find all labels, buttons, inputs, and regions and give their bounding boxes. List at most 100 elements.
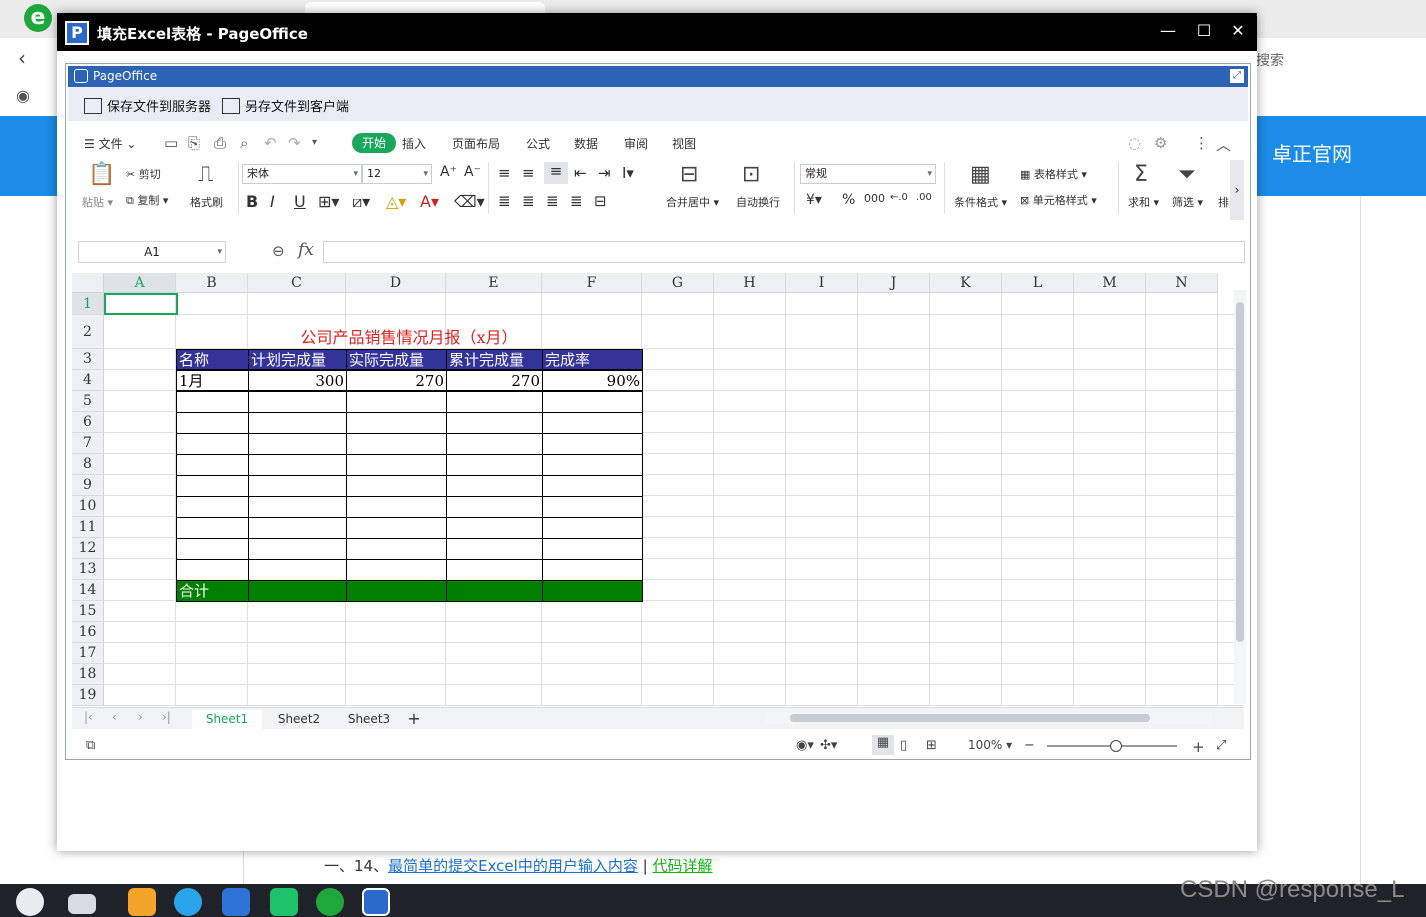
table-cell[interactable] xyxy=(248,412,347,434)
file-manager-icon[interactable] xyxy=(68,894,96,914)
formula-input[interactable] xyxy=(323,241,1245,263)
fill-color-icon[interactable]: ◬▾ xyxy=(386,192,406,211)
header-cell-name[interactable]: 名称 xyxy=(176,349,249,370)
currency-icon[interactable]: ¥▾ xyxy=(806,192,822,208)
row-header-1[interactable]: 1 xyxy=(72,293,104,315)
row-header-7[interactable]: 7 xyxy=(72,433,104,454)
format-painter-button[interactable]: 格式刷 xyxy=(190,194,223,210)
collapse-icon[interactable]: ︿ xyxy=(1216,134,1231,155)
column-header-d[interactable]: D xyxy=(346,273,446,293)
zoom-select[interactable]: 100% ▾ xyxy=(968,738,1012,752)
table-style-button[interactable]: ▦ 表格样式 ▾ xyxy=(1020,166,1087,182)
table-cell[interactable] xyxy=(446,496,543,518)
save-to-client-button[interactable]: 另存文件到客户端 xyxy=(222,96,349,115)
data-cell-month[interactable]: 1月 xyxy=(176,370,249,391)
preview-icon[interactable]: ⌕ xyxy=(240,134,248,152)
table-cell[interactable] xyxy=(248,496,347,518)
table-cell[interactable] xyxy=(248,517,347,539)
tab-start[interactable]: 开始 xyxy=(352,133,396,153)
table-cell[interactable] xyxy=(542,412,643,434)
row-header-6[interactable]: 6 xyxy=(72,412,104,433)
column-header-j[interactable]: J xyxy=(858,273,930,293)
selected-cell-a1[interactable] xyxy=(104,293,178,315)
table-cell[interactable] xyxy=(542,433,643,455)
row-header-17[interactable]: 17 xyxy=(72,643,104,664)
sheet-tab-1[interactable]: Sheet1 xyxy=(192,710,262,730)
file-menu[interactable]: ☰ 文件 ⌄ xyxy=(84,135,136,152)
paste-button[interactable]: 粘贴 ▾ xyxy=(82,194,113,210)
zoom-search-icon[interactable]: ⊖ xyxy=(272,242,285,260)
row-header-3[interactable]: 3 xyxy=(72,349,104,370)
table-cell[interactable] xyxy=(542,454,643,476)
header-cell-rate[interactable]: 完成率 xyxy=(542,349,643,370)
column-header-f[interactable]: F xyxy=(542,273,642,293)
cond-format-icon[interactable]: ▦ xyxy=(970,162,991,187)
table-cell[interactable] xyxy=(446,517,543,539)
justify-icon[interactable]: ≣ xyxy=(570,192,583,210)
font-color-icon[interactable]: A▾ xyxy=(420,192,439,211)
font-name-select[interactable]: 宋体 xyxy=(242,164,362,184)
pageoffice-icon[interactable] xyxy=(362,888,390,916)
total-cell[interactable] xyxy=(542,580,643,602)
sheet-tab-3[interactable]: Sheet3 xyxy=(336,710,402,730)
row-header-13[interactable]: 13 xyxy=(72,559,104,580)
site-link[interactable]: 卓正官网 xyxy=(1272,138,1352,167)
data-cell-cumulative[interactable]: 270 xyxy=(446,370,543,391)
percent-icon[interactable]: % xyxy=(842,192,855,208)
search-hint[interactable]: 搜索 xyxy=(1256,50,1284,70)
table-cell[interactable] xyxy=(176,538,249,560)
tab-page-layout[interactable]: 页面布局 xyxy=(452,135,500,152)
column-header-e[interactable]: E xyxy=(446,273,542,293)
report-title[interactable]: 公司产品销售情况月报（x月） xyxy=(176,328,642,350)
tab-view[interactable]: 视图 xyxy=(672,135,696,152)
browser-icon-green[interactable] xyxy=(316,888,344,916)
example-link[interactable]: 最简单的提交Excel中的用户输入内容 xyxy=(388,857,638,875)
zoom-slider-knob[interactable] xyxy=(1110,740,1122,752)
column-header-k[interactable]: K xyxy=(930,273,1002,293)
zoom-in-icon[interactable]: + xyxy=(1192,738,1205,756)
table-cell[interactable] xyxy=(542,391,643,413)
gear-icon[interactable]: ⚙ xyxy=(1154,134,1167,152)
row-header-9[interactable]: 9 xyxy=(72,475,104,496)
table-cell[interactable] xyxy=(248,559,347,581)
merge-center-icon[interactable]: ⊟ xyxy=(680,162,698,187)
table-cell[interactable] xyxy=(176,433,249,455)
italic-icon[interactable]: I xyxy=(270,192,275,211)
cut-button[interactable]: ✂ 剪切 xyxy=(126,166,161,182)
minimize-button[interactable]: — xyxy=(1153,21,1183,40)
ribbon-scroll-right-icon[interactable]: › xyxy=(1230,160,1244,220)
row-header-8[interactable]: 8 xyxy=(72,454,104,475)
maximize-button[interactable]: ☐ xyxy=(1189,21,1219,40)
align-left-icon[interactable]: ≣ xyxy=(498,192,511,210)
column-header-l[interactable]: L xyxy=(1002,273,1074,293)
font-size-select[interactable]: 12 xyxy=(362,164,432,184)
data-cell-actual[interactable]: 270 xyxy=(346,370,447,391)
sum-icon[interactable]: Σ xyxy=(1134,162,1148,187)
data-cell-rate[interactable]: 90% xyxy=(542,370,643,391)
column-header-a[interactable]: A xyxy=(104,273,176,293)
total-cell[interactable] xyxy=(346,580,447,602)
header-cell-actual[interactable]: 实际完成量 xyxy=(346,349,447,370)
align-top-icon[interactable]: ≡ xyxy=(498,164,511,182)
border-icon[interactable]: ⊞▾ xyxy=(318,192,339,211)
redo-icon[interactable]: ↷ xyxy=(288,134,301,152)
copy-button[interactable]: ⧉ 复制 ▾ xyxy=(126,192,168,208)
table-cell[interactable] xyxy=(446,475,543,497)
align-middle-icon[interactable]: ≡ xyxy=(522,164,535,182)
indent-decrease-icon[interactable]: ⇤ xyxy=(574,164,587,182)
row-header-18[interactable]: 18 xyxy=(72,664,104,685)
row-header-12[interactable]: 12 xyxy=(72,538,104,559)
vertical-scrollbar[interactable] xyxy=(1234,290,1246,704)
tab-data[interactable]: 数据 xyxy=(574,135,598,152)
app-icon-orange[interactable] xyxy=(128,888,156,916)
comment-icon[interactable]: ◌ xyxy=(1128,134,1141,152)
row-header-11[interactable]: 11 xyxy=(72,517,104,538)
macro-icon[interactable]: ⧉ xyxy=(86,738,95,753)
table-cell[interactable] xyxy=(542,538,643,560)
text-direction-icon[interactable]: I▾ xyxy=(622,164,634,182)
name-box[interactable]: A1 xyxy=(78,241,226,263)
print-icon[interactable]: ⎙ xyxy=(214,134,226,152)
row-header-16[interactable]: 16 xyxy=(72,622,104,643)
column-header-m[interactable]: M xyxy=(1074,273,1146,293)
fullscreen-icon[interactable]: ⤢ xyxy=(1230,69,1244,83)
